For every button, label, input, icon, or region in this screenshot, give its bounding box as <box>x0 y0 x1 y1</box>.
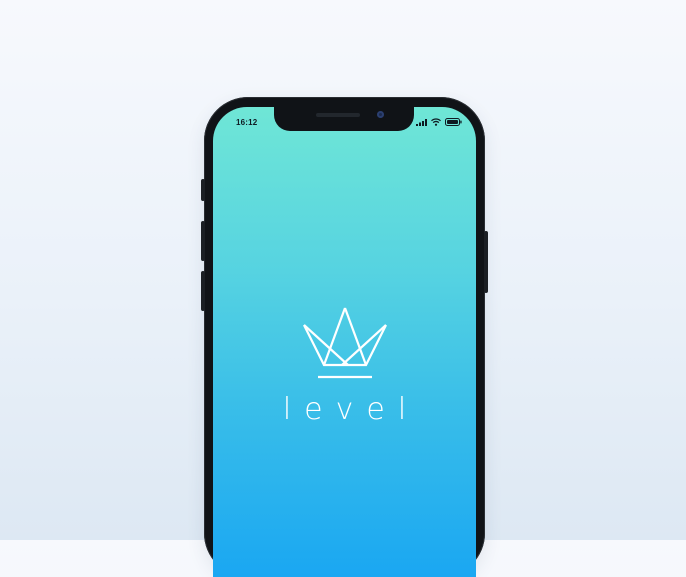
crown-icon <box>302 307 387 379</box>
power-button <box>484 231 488 293</box>
app-logo: level <box>213 307 476 425</box>
front-camera-icon <box>377 111 384 118</box>
speaker-grille <box>316 113 360 117</box>
notch <box>274 107 414 131</box>
battery-icon <box>445 118 462 126</box>
signal-bars-icon <box>416 118 427 126</box>
volume-down-button <box>201 271 205 311</box>
volume-up-button <box>201 221 205 261</box>
silent-switch <box>201 179 205 201</box>
brand-wordmark: level <box>282 392 420 427</box>
splash-screen: 16:12 level <box>213 107 476 577</box>
status-time: 16:12 <box>236 118 258 127</box>
phone-mockup: 16:12 level <box>201 97 488 577</box>
status-icons <box>416 118 462 126</box>
wifi-icon <box>431 118 441 126</box>
